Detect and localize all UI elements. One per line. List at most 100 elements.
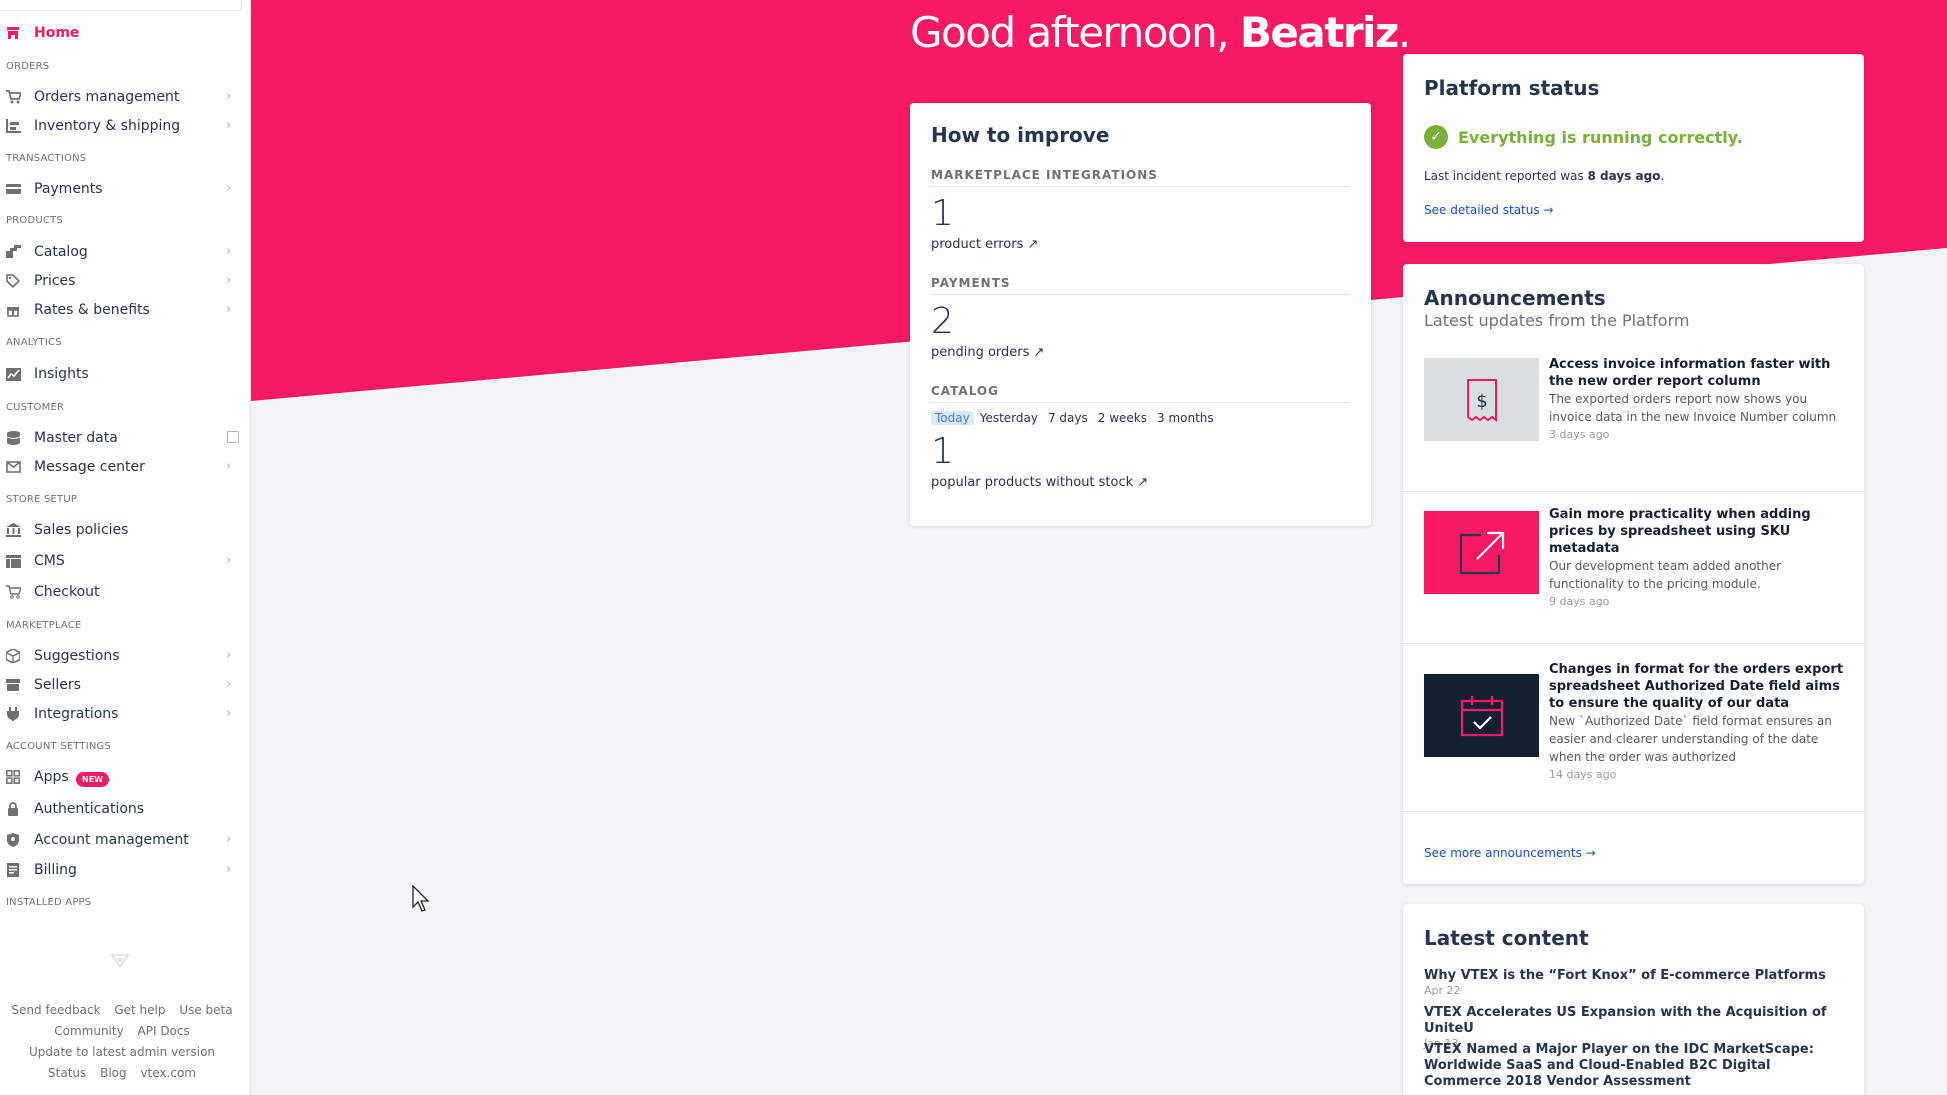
shop-icon: [5, 677, 21, 693]
content-item[interactable]: Why VTEX is the “Fort Knox” of E-commerc…: [1424, 968, 1844, 998]
chevron-right-icon: ›: [226, 648, 232, 663]
section-title: PAYMENTS: [931, 276, 1350, 295]
range-3-months[interactable]: 3 months: [1153, 411, 1218, 425]
sidebar-item-master-data[interactable]: Master data: [0, 426, 244, 452]
box-icon: [5, 648, 21, 664]
latest-content-card: Latest content Why VTEX is the “Fort Kno…: [1403, 904, 1864, 1095]
sidebar: Home ORDERS Orders management › Inventor…: [0, 0, 251, 1095]
blog-link[interactable]: Blog: [100, 1066, 127, 1080]
sidebar-item-cms[interactable]: CMS ›: [0, 549, 244, 575]
announcement-age: 9 days ago: [1549, 595, 1610, 608]
pending-orders-count: 2: [931, 301, 954, 342]
sidebar-item-billing[interactable]: Billing ›: [0, 858, 244, 884]
pending-orders-link[interactable]: pending orders ↗: [931, 345, 1350, 360]
sidebar-item-rates-benefits[interactable]: Rates & benefits ›: [0, 298, 244, 324]
bank-icon: [5, 522, 21, 538]
api-docs-link[interactable]: API Docs: [138, 1024, 190, 1038]
sidebar-item-label: Catalog: [34, 244, 88, 260]
svg-text:$: $: [1476, 391, 1487, 412]
see-more-announcements-link[interactable]: See more announcements →: [1424, 846, 1596, 860]
card-subtitle: Latest updates from the Platform: [1424, 311, 1690, 330]
get-help-link[interactable]: Get help: [114, 1003, 165, 1017]
external-arrow-icon: [1424, 511, 1539, 594]
update-admin-link[interactable]: Update to latest admin version: [29, 1045, 215, 1059]
range-yesterday[interactable]: Yesterday: [976, 411, 1042, 425]
product-errors-link[interactable]: product errors ↗: [931, 237, 1350, 252]
chevron-right-icon: ›: [226, 273, 232, 288]
sidebar-item-insights[interactable]: Insights: [0, 362, 244, 388]
sidebar-item-catalog[interactable]: Catalog ›: [0, 240, 244, 266]
sidebar-item-label: Inventory & shipping: [34, 118, 181, 134]
range-today[interactable]: Today: [931, 411, 974, 425]
section-title: CATALOG: [931, 384, 1350, 403]
chart-icon: [5, 366, 21, 382]
gift-icon: [5, 302, 21, 318]
sidebar-item-message-center[interactable]: Message center ›: [0, 455, 244, 481]
announcement-item[interactable]: Gain more practicality when adding price…: [1403, 492, 1864, 644]
vtex-com-link[interactable]: vtex.com: [140, 1066, 196, 1080]
announcements-card: Announcements Latest updates from the Pl…: [1403, 264, 1864, 884]
price-tag-icon: [5, 273, 21, 289]
database-icon: [5, 430, 21, 446]
sidebar-item-account-management[interactable]: Account management ›: [0, 828, 244, 854]
announcement-title: Changes in format for the orders export …: [1549, 662, 1844, 711]
announcement-item[interactable]: Changes in format for the orders export …: [1403, 644, 1864, 812]
sidebar-item-prices[interactable]: Prices ›: [0, 269, 244, 295]
announcement-item[interactable]: $ Access invoice information faster with…: [1403, 344, 1864, 492]
sidebar-item-label: Message center: [34, 459, 145, 475]
sidebar-item-suggestions[interactable]: Suggestions ›: [0, 644, 244, 670]
send-feedback-link[interactable]: Send feedback: [11, 1003, 100, 1017]
sidebar-item-label: Home: [34, 25, 80, 41]
chevron-right-icon: ›: [226, 459, 232, 474]
sidebar-item-integrations[interactable]: Integrations ›: [0, 702, 244, 728]
sidebar-item-label: Master data: [34, 430, 118, 446]
sidebar-item-inventory-shipping[interactable]: Inventory & shipping ›: [0, 114, 244, 140]
external-link-icon: [227, 431, 239, 443]
invoice-dollar-icon: $: [1424, 358, 1539, 441]
announcement-title: Gain more practicality when adding price…: [1549, 507, 1811, 556]
range-2-weeks[interactable]: 2 weeks: [1094, 411, 1151, 425]
sidebar-item-label: Insights: [34, 366, 89, 382]
sidebar-item-sellers[interactable]: Sellers ›: [0, 673, 244, 699]
section-installed-apps: INSTALLED APPS: [6, 897, 92, 908]
credit-card-icon: [5, 181, 21, 197]
sidebar-item-label: Sales policies: [34, 522, 129, 538]
sidebar-item-home[interactable]: Home: [0, 21, 244, 47]
sidebar-item-label: Integrations: [34, 706, 119, 722]
sidebar-item-label: CMS: [34, 553, 65, 569]
sidebar-item-label: Rates & benefits: [34, 302, 150, 318]
sidebar-item-sales-policies[interactable]: Sales policies: [0, 518, 244, 544]
see-detailed-status-link[interactable]: See detailed status →: [1424, 203, 1553, 217]
sidebar-item-authentications[interactable]: Authentications: [0, 797, 244, 823]
sidebar-item-label: Prices: [34, 273, 76, 289]
section-products: PRODUCTS: [6, 215, 63, 226]
sidebar-item-orders-management[interactable]: Orders management ›: [0, 85, 244, 111]
content-date: Apr 22: [1424, 984, 1461, 997]
vtex-logo-icon: [111, 954, 129, 968]
user-name: Beatriz: [1239, 8, 1399, 57]
plug-icon: [5, 706, 21, 722]
sidebar-item-label: Suggestions: [34, 648, 120, 664]
mouse-pointer-icon: [412, 885, 430, 912]
range-7-days[interactable]: 7 days: [1044, 411, 1092, 425]
chevron-right-icon: ›: [226, 89, 232, 104]
content-title: VTEX Named a Major Player on the IDC Mar…: [1424, 1042, 1814, 1089]
chevron-right-icon: ›: [226, 553, 232, 568]
community-link[interactable]: Community: [54, 1024, 123, 1038]
use-beta-link[interactable]: Use beta: [179, 1003, 232, 1017]
section-account-settings: ACCOUNT SETTINGS: [6, 741, 112, 752]
sidebar-item-label: Apps: [34, 769, 69, 785]
sidebar-item-checkout[interactable]: Checkout: [0, 580, 244, 606]
card-title: How to improve: [931, 123, 1110, 147]
cart-icon: [5, 89, 21, 105]
products-without-stock-link[interactable]: popular products without stock ↗: [931, 475, 1350, 490]
sidebar-item-apps[interactable]: Apps NEW: [0, 765, 244, 791]
shield-user-icon: [5, 832, 21, 848]
status-link[interactable]: Status: [48, 1066, 86, 1080]
greeting-heading: Good afternoon, Beatriz.: [910, 8, 1411, 57]
sidebar-item-payments[interactable]: Payments ›: [0, 177, 244, 203]
sidebar-item-label: Billing: [34, 862, 77, 878]
section-title: MARKETPLACE INTEGRATIONS: [931, 168, 1350, 187]
last-incident-text: Last incident reported was 8 days ago.: [1424, 169, 1665, 183]
content-item[interactable]: VTEX Named a Major Player on the IDC Mar…: [1424, 1042, 1844, 1090]
